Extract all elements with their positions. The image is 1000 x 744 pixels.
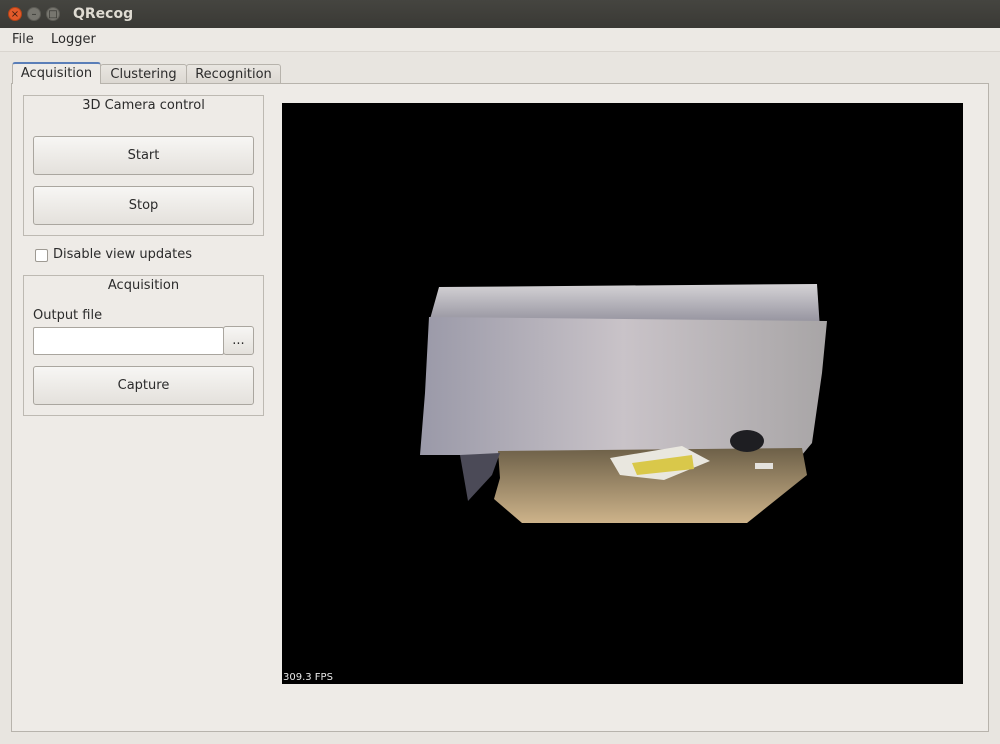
fps-counter: 309.3 FPS <box>283 672 333 683</box>
point-cloud-image <box>420 284 827 523</box>
close-icon[interactable]: × <box>8 7 22 21</box>
capture-button[interactable]: Capture <box>33 366 254 405</box>
menu-bar: File Logger <box>0 28 1000 52</box>
mouse-object <box>730 430 764 452</box>
tab-label: Acquisition <box>20 66 93 81</box>
camera-control-title: 3D Camera control <box>82 98 205 113</box>
disable-updates-checkbox[interactable] <box>35 249 48 262</box>
disable-updates-label: Disable view updates <box>53 247 193 262</box>
output-file-label: Output file <box>33 308 103 323</box>
stop-button[interactable]: Stop <box>33 186 254 225</box>
tab-recognition[interactable]: Recognition <box>186 64 281 83</box>
tab-clustering[interactable]: Clustering <box>100 64 187 83</box>
tab-label: Recognition <box>195 67 272 82</box>
output-file-input[interactable] <box>33 327 224 355</box>
browse-button[interactable]: ... <box>223 326 254 355</box>
minimize-icon[interactable]: – <box>27 7 41 21</box>
acquisition-group: Acquisition Output file ... Capture <box>23 275 264 416</box>
wall-region <box>420 317 827 455</box>
window-title: QRecog <box>73 6 134 22</box>
paper-object <box>755 463 773 469</box>
start-button[interactable]: Start <box>33 136 254 175</box>
acquisition-title: Acquisition <box>107 278 180 293</box>
menu-logger[interactable]: Logger <box>51 32 96 47</box>
tab-acquisition[interactable]: Acquisition <box>12 62 101 84</box>
camera-view[interactable]: 309.3 FPS <box>282 103 963 684</box>
menu-file[interactable]: File <box>12 32 34 47</box>
title-bar: × – □ QRecog <box>0 0 1000 28</box>
shadow-region <box>460 453 500 501</box>
maximize-icon[interactable]: □ <box>46 7 60 21</box>
camera-control-group: 3D Camera control Start Stop <box>23 95 264 236</box>
tab-label: Clustering <box>110 67 177 82</box>
